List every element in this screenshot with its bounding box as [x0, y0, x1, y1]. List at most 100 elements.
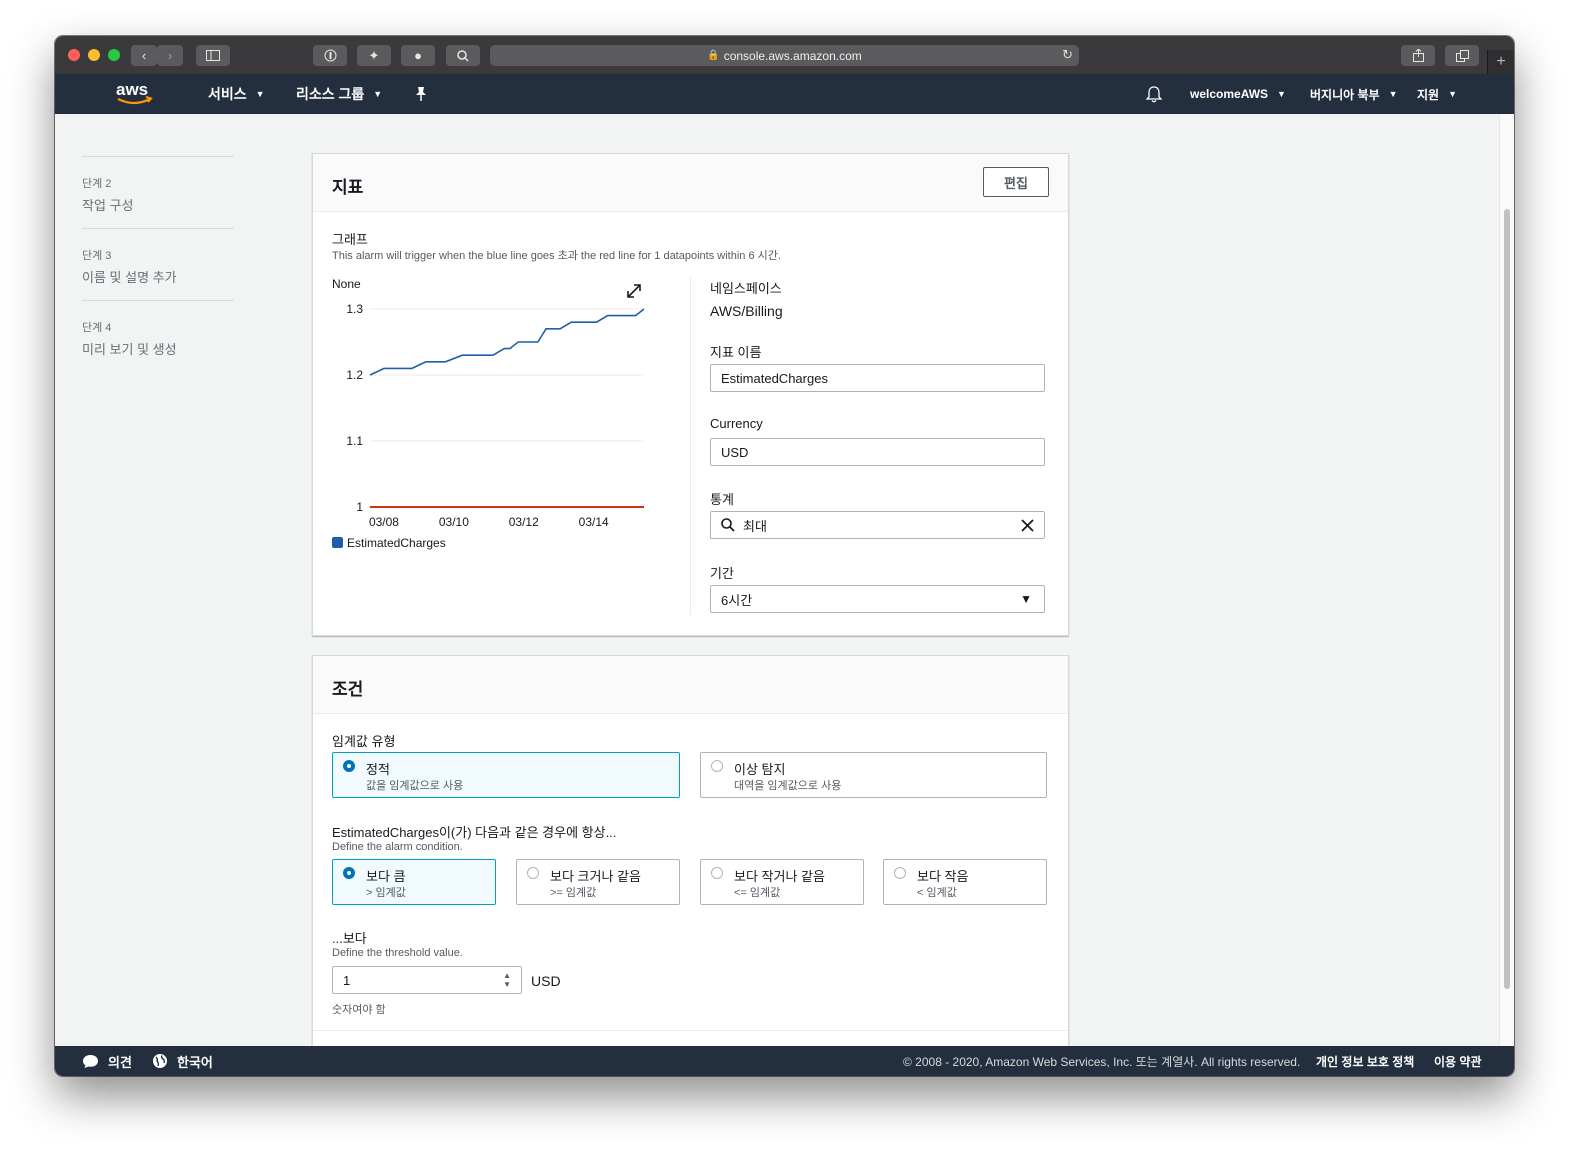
resource-groups-label: 리소스 그룹 [296, 86, 365, 102]
close-window-button[interactable] [68, 49, 80, 61]
period-select[interactable]: 6시간 ▼ [710, 585, 1045, 613]
region-label: 버지니아 북부 [1310, 87, 1380, 102]
step-label: 이름 및 설명 추가 [82, 270, 177, 285]
option-title: 정적 [366, 762, 390, 777]
privacy-extension-icon[interactable] [313, 45, 347, 66]
conditions-panel: 조건 임계값 유형 정적 값을 임계값으로 사용 이상 탐지 대역을 임계값으로… [312, 655, 1069, 1046]
extension-icon[interactable]: ✦ [357, 45, 391, 66]
than-label: ...보다 [332, 931, 367, 946]
search-extension-icon[interactable] [446, 45, 480, 66]
metric-panel-header: 지표 편집 [313, 154, 1068, 212]
account-menu[interactable]: welcomeAWS ▼ [1190, 74, 1286, 114]
pin-icon[interactable] [415, 74, 427, 114]
forward-icon[interactable]: › [157, 45, 183, 66]
feedback-label: 의견 [108, 1054, 132, 1070]
condition-greater-or-equal-option[interactable]: 보다 크거나 같음 >= 임계값 [516, 859, 680, 905]
clear-icon[interactable] [1021, 519, 1034, 532]
zoom-window-button[interactable] [108, 49, 120, 61]
notifications-bell-icon[interactable] [1146, 74, 1162, 114]
period-label: 기간 [710, 566, 734, 581]
option-subtitle: 값을 임계값으로 사용 [366, 780, 464, 792]
radio-unselected-icon [711, 760, 723, 772]
caret-down-icon: ▼ [1020, 592, 1032, 606]
step-number: 단계 4 [82, 322, 112, 334]
option-subtitle: > 임계값 [366, 887, 406, 899]
aws-logo[interactable]: aws [115, 78, 155, 108]
x-tick-label: 03/08 [369, 515, 399, 529]
option-subtitle: 대역을 임계값으로 사용 [734, 780, 842, 792]
share-icon[interactable] [1401, 45, 1435, 66]
step-divider [82, 300, 234, 301]
metric-name-field[interactable]: EstimatedCharges [710, 364, 1045, 392]
statistic-search-field[interactable]: 최대 [710, 511, 1045, 539]
option-subtitle: >= 임계값 [550, 887, 597, 899]
step-4[interactable]: 단계 4 미리 보기 및 생성 [82, 319, 234, 358]
currency-field[interactable]: USD [710, 438, 1045, 466]
y-tick-label: 1.1 [346, 434, 363, 448]
svg-text:aws: aws [116, 80, 148, 99]
step-3[interactable]: 단계 3 이름 및 설명 추가 [82, 247, 234, 286]
sidebar-toggle-icon[interactable] [196, 45, 230, 66]
evernote-extension-icon[interactable]: ● [401, 45, 435, 66]
chevron-down-icon: ▼ [1388, 89, 1398, 99]
step-divider [82, 156, 234, 157]
step-2[interactable]: 단계 2 작업 구성 [82, 175, 234, 214]
feedback-link[interactable]: 의견 [82, 1046, 132, 1076]
condition-label: EstimatedCharges이(가) 다음과 같은 경우에 항상... [332, 825, 617, 840]
threshold-type-anomaly-option[interactable]: 이상 탐지 대역을 임계값으로 사용 [700, 752, 1047, 798]
edit-button[interactable]: 편집 [983, 167, 1049, 197]
option-title: 보다 작음 [917, 869, 969, 884]
y-tick-label: 1 [356, 500, 363, 514]
column-divider [690, 277, 691, 615]
page-content: 단계 2 작업 구성 단계 3 이름 및 설명 추가 단계 4 미리 보기 및 … [55, 114, 1500, 1046]
minimize-window-button[interactable] [88, 49, 100, 61]
expand-chart-icon[interactable] [627, 284, 641, 298]
globe-icon [153, 1054, 167, 1068]
language-selector[interactable]: 한국어 [152, 1046, 213, 1076]
statistic-label: 통계 [710, 492, 734, 507]
region-menu[interactable]: 버지니아 북부 ▼ [1310, 74, 1398, 114]
tabs-overview-icon[interactable] [1445, 45, 1479, 66]
series-line-estimated-charges [369, 308, 645, 376]
step-label: 미리 보기 및 생성 [82, 342, 177, 357]
metric-chart: None 1.3 1.2 1.1 1 03/08 03/10 03/12 03/14 Esti… [332, 277, 645, 550]
back-icon[interactable]: ‹ [131, 45, 157, 66]
period-value: 6시간 [721, 592, 753, 608]
condition-less-option[interactable]: 보다 작음 < 임계값 [883, 859, 1047, 905]
condition-less-or-equal-option[interactable]: 보다 작거나 같음 <= 임계값 [700, 859, 864, 905]
services-menu[interactable]: 서비스 ▼ [208, 74, 265, 114]
support-menu[interactable]: 지원 ▼ [1417, 74, 1457, 114]
metric-panel: 지표 편집 그래프 This alarm will trigger when t… [312, 153, 1069, 636]
than-description: Define the threshold value. [332, 947, 463, 959]
conditions-panel-header: 조건 [313, 656, 1068, 714]
y-tick-label: 1.2 [346, 368, 363, 382]
url-text: console.aws.amazon.com [723, 48, 862, 63]
metric-name-label: 지표 이름 [710, 345, 762, 360]
y-tick-label: 1.3 [346, 302, 363, 316]
page-scrollbar[interactable] [1499, 114, 1514, 1046]
stepper-icon[interactable]: ▲ ▼ [503, 971, 511, 989]
step-divider [82, 228, 234, 229]
step-label: 작업 구성 [82, 198, 134, 213]
aws-top-nav: aws 서비스 ▼ 리소스 그룹 ▼ welcomeAWS ▼ 버지니아 북부 … [55, 74, 1514, 114]
legend-label: EstimatedCharges [347, 536, 446, 550]
graph-label: 그래프 [332, 232, 368, 247]
terms-link[interactable]: 이용 약관 [1434, 1046, 1482, 1076]
address-bar[interactable]: 🔒 console.aws.amazon.com ↻ [490, 45, 1079, 66]
condition-greater-option[interactable]: 보다 큼 > 임계값 [332, 859, 496, 905]
section-divider [313, 1030, 1068, 1031]
privacy-policy-link[interactable]: 개인 정보 보호 정책 [1316, 1046, 1414, 1076]
services-label: 서비스 [208, 86, 247, 102]
step-number: 단계 3 [82, 250, 112, 262]
namespace-label: 네임스페이스 [710, 281, 782, 296]
threshold-value-input[interactable]: 1 ▲ ▼ [332, 966, 522, 994]
reload-icon[interactable]: ↻ [1062, 47, 1073, 63]
browser-toolbar: ‹ › ✦ ● 🔒 console.aws.amazon.com ↻ + [55, 36, 1514, 75]
chart-unit-label: None [332, 277, 361, 291]
support-label: 지원 [1417, 87, 1440, 102]
new-tab-icon[interactable]: + [1487, 50, 1514, 74]
option-subtitle: < 임계값 [917, 887, 957, 899]
scrollbar-thumb[interactable] [1504, 209, 1510, 989]
threshold-type-static-option[interactable]: 정적 값을 임계값으로 사용 [332, 752, 680, 798]
resource-groups-menu[interactable]: 리소스 그룹 ▼ [296, 74, 382, 114]
